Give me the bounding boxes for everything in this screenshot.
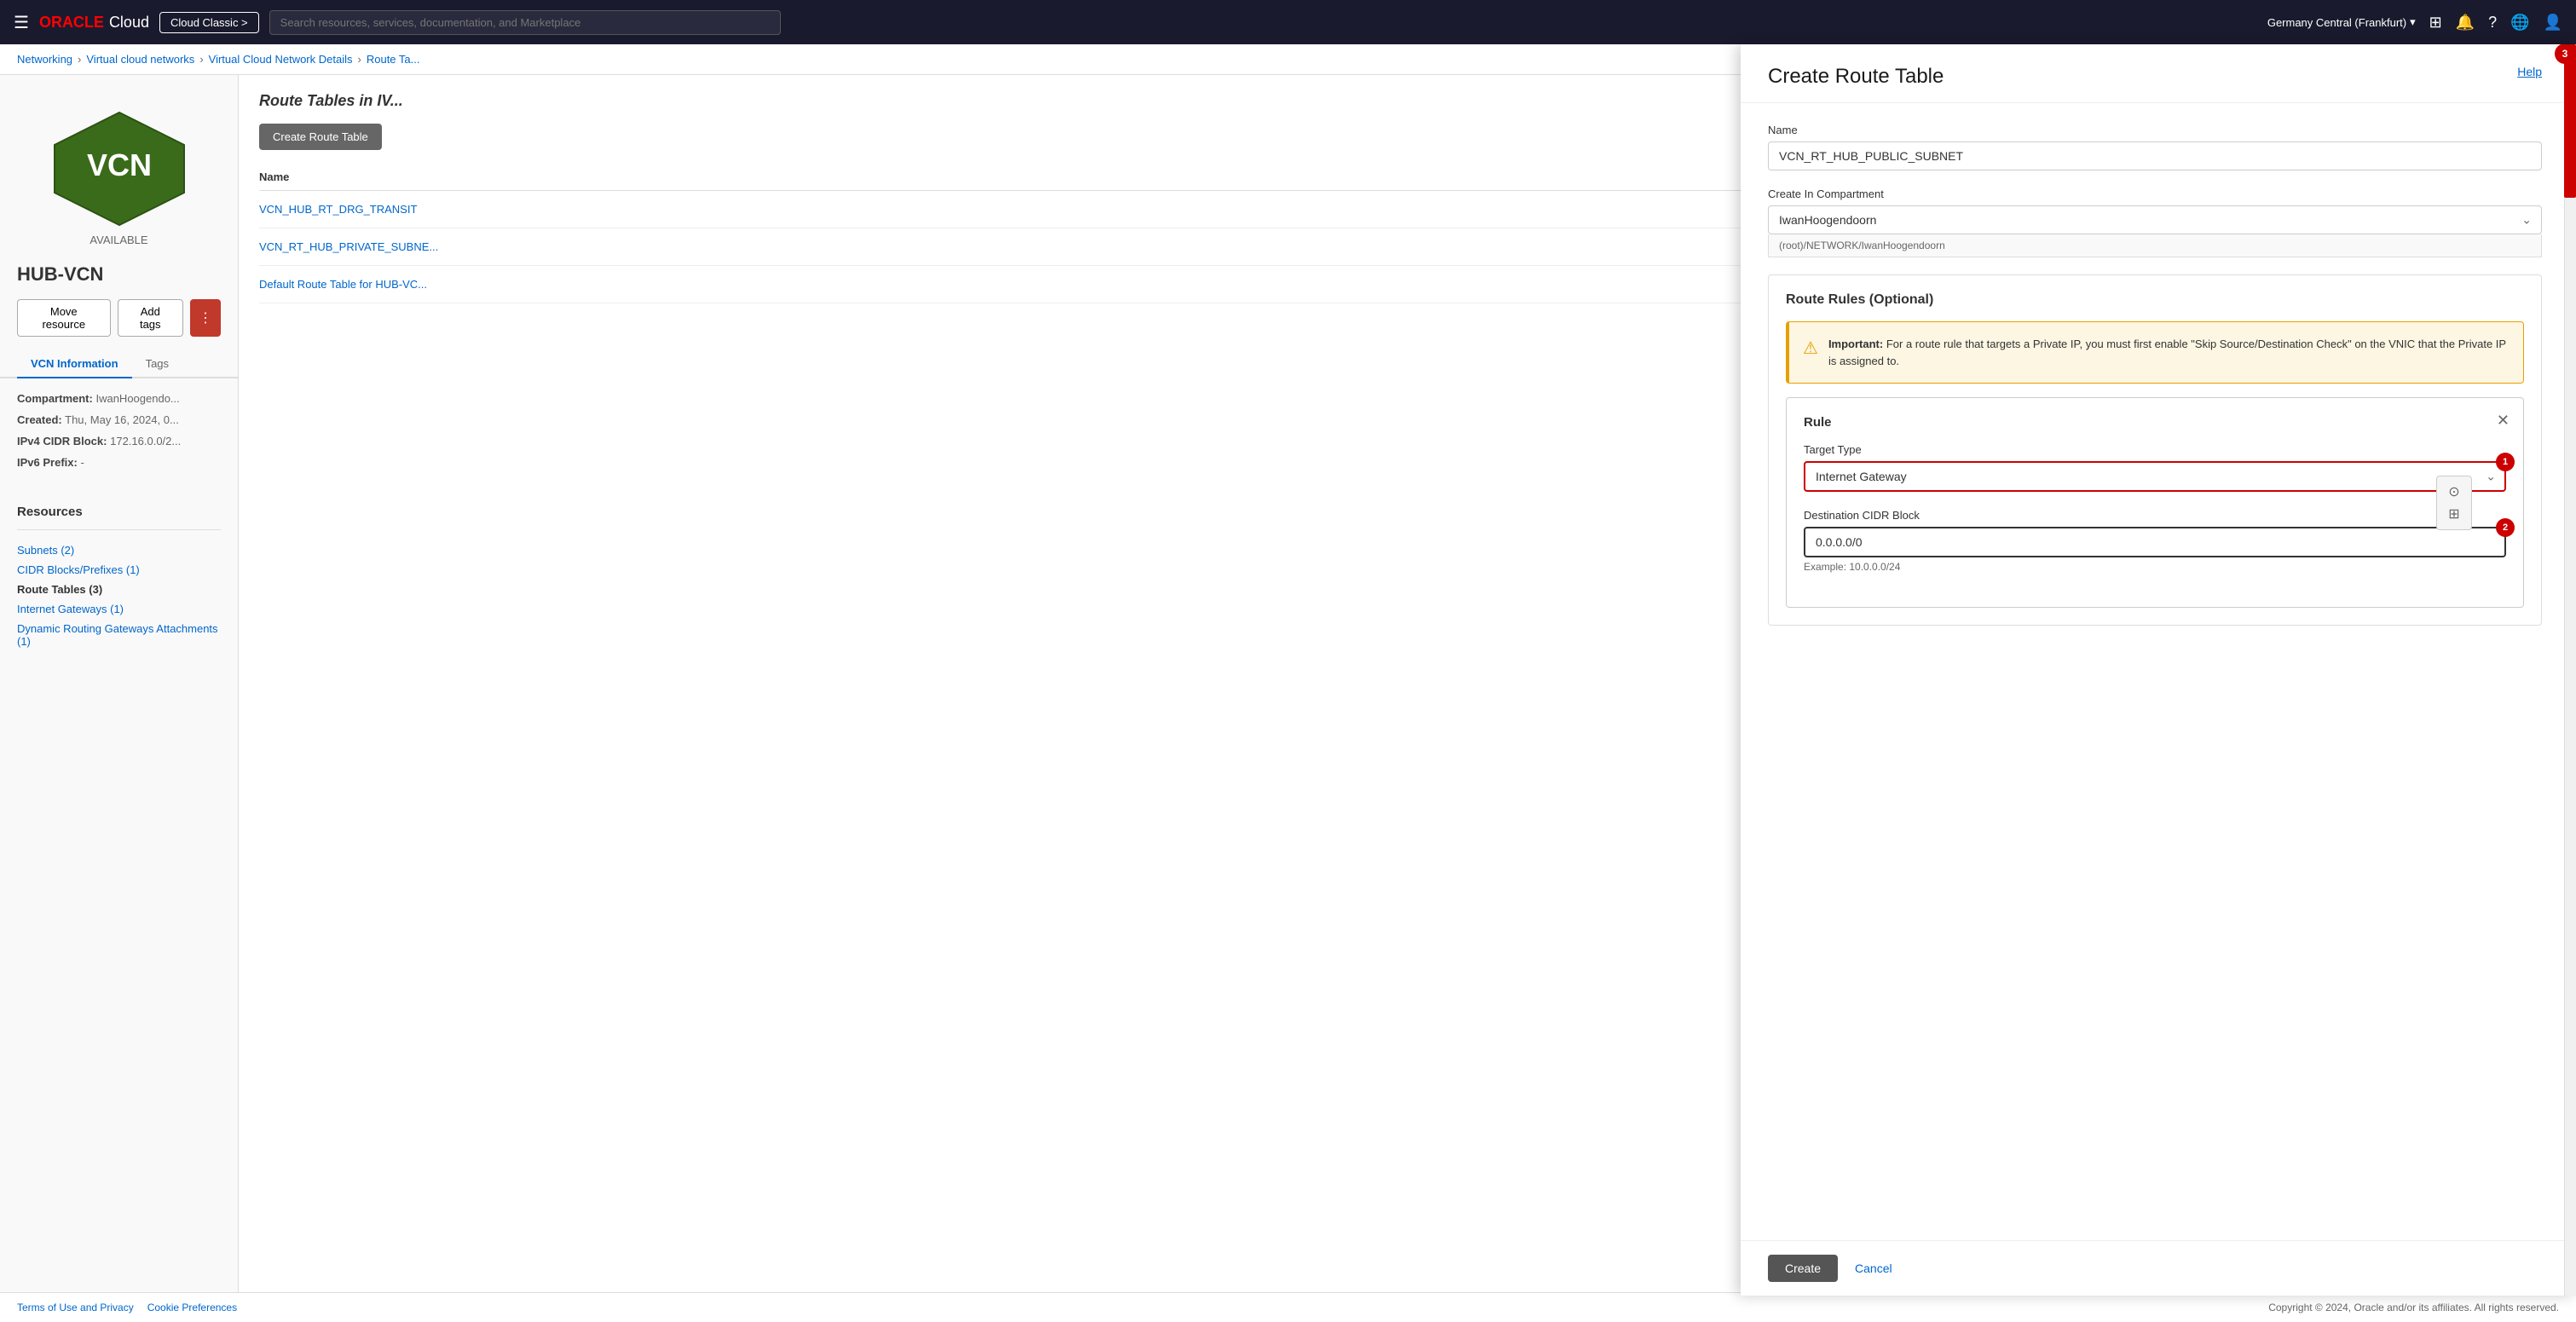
dest-cidr-input[interactable] <box>1804 527 2506 557</box>
dest-cidr-example: Example: 10.0.0.0/24 <box>1804 561 2506 573</box>
console-icon[interactable]: ⊞ <box>2429 14 2442 32</box>
compartment-select-wrapper: IwanHoogendoorn <box>1768 205 2542 234</box>
rule-box: Rule ✕ Target Type 1 Internet Gateway <box>1786 397 2524 608</box>
scrollbar-track: 3 <box>2564 44 2576 1296</box>
modal-overlay: 3 Create Route Table Help Name Create In… <box>0 44 2576 1296</box>
create-route-table-panel: 3 Create Route Table Help Name Create In… <box>1741 44 2576 1296</box>
region-selector[interactable]: Germany Central (Frankfurt) ▾ <box>2267 15 2416 29</box>
user-avatar[interactable]: 👤 <box>2544 14 2562 32</box>
bell-icon[interactable]: 🔔 <box>2456 14 2475 32</box>
help-panel-circle-icon: ⊙ <box>2448 483 2459 500</box>
step-badge-1: 1 <box>2496 453 2515 471</box>
oracle-logo: ORACLE Cloud <box>39 14 149 32</box>
route-rules-title: Route Rules (Optional) <box>1786 292 2524 308</box>
dest-cidr-label: Destination CIDR Block <box>1804 509 2506 522</box>
scroll-badge: 3 <box>2555 44 2575 64</box>
scrollbar-thumb[interactable] <box>2564 44 2576 198</box>
route-rules-section: Route Rules (Optional) ⚠ Important: For … <box>1768 274 2542 626</box>
rule-title: Rule <box>1804 415 2506 430</box>
footer-cookie-link[interactable]: Cookie Preferences <box>147 1302 237 1313</box>
search-input[interactable] <box>269 10 781 35</box>
step-badge-2: 2 <box>2496 518 2515 537</box>
nav-right: Germany Central (Frankfurt) ▾ ⊞ 🔔 ? 🌐 👤 <box>2267 14 2562 32</box>
modal-body: Name Create In Compartment IwanHoogendoo… <box>1741 103 2576 1240</box>
dest-cidr-wrapper: 2 <box>1804 527 2506 557</box>
top-navigation: ☰ ORACLE Cloud Cloud Classic > Germany C… <box>0 0 2576 44</box>
name-label: Name <box>1768 124 2542 136</box>
compartment-label: Create In Compartment <box>1768 188 2542 200</box>
compartment-select[interactable]: IwanHoogendoorn <box>1768 205 2542 234</box>
modal-title: Create Route Table <box>1768 65 1944 89</box>
cancel-button[interactable]: Cancel <box>1851 1255 1896 1282</box>
modal-help-link[interactable]: Help <box>2517 65 2542 78</box>
name-form-group: Name <box>1768 124 2542 170</box>
compartment-form-group: Create In Compartment IwanHoogendoorn (r… <box>1768 188 2542 257</box>
warning-icon: ⚠ <box>1803 338 1818 369</box>
important-warning: ⚠ Important: For a route rule that targe… <box>1786 321 2524 384</box>
compartment-hint: (root)/NETWORK/IwanHoogendoorn <box>1768 234 2542 257</box>
footer-copyright: Copyright © 2024, Oracle and/or its affi… <box>2268 1302 2559 1313</box>
hamburger-menu[interactable]: ☰ <box>14 12 29 33</box>
cloud-classic-button[interactable]: Cloud Classic > <box>159 12 259 33</box>
page-footer: Terms of Use and Privacy Cookie Preferen… <box>0 1292 2576 1322</box>
target-type-wrapper: 1 Internet Gateway <box>1804 461 2506 492</box>
create-button[interactable]: Create <box>1768 1255 1838 1282</box>
help-panel-grid-icon: ⊞ <box>2448 505 2459 522</box>
help-icon[interactable]: ? <box>2488 14 2497 32</box>
globe-icon[interactable]: 🌐 <box>2510 14 2529 32</box>
footer-links: Terms of Use and Privacy Cookie Preferen… <box>17 1302 237 1313</box>
target-type-form-group: Target Type 1 Internet Gateway <box>1804 443 2506 492</box>
modal-footer: Create Cancel <box>1741 1240 2576 1296</box>
footer-terms-link[interactable]: Terms of Use and Privacy <box>17 1302 134 1313</box>
target-type-select[interactable]: Internet Gateway <box>1804 461 2506 492</box>
warning-text: Important: For a route rule that targets… <box>1828 336 2510 369</box>
modal-header: Create Route Table Help <box>1741 44 2576 103</box>
target-type-select-wrapper: Internet Gateway <box>1804 461 2506 492</box>
dest-cidr-form-group: Destination CIDR Block 2 Example: 10.0.0… <box>1804 509 2506 573</box>
target-type-label: Target Type <box>1804 443 2506 456</box>
name-input[interactable] <box>1768 141 2542 170</box>
rule-close-button[interactable]: ✕ <box>2497 412 2510 430</box>
help-panel-icon[interactable]: ⊙ ⊞ <box>2436 476 2472 530</box>
